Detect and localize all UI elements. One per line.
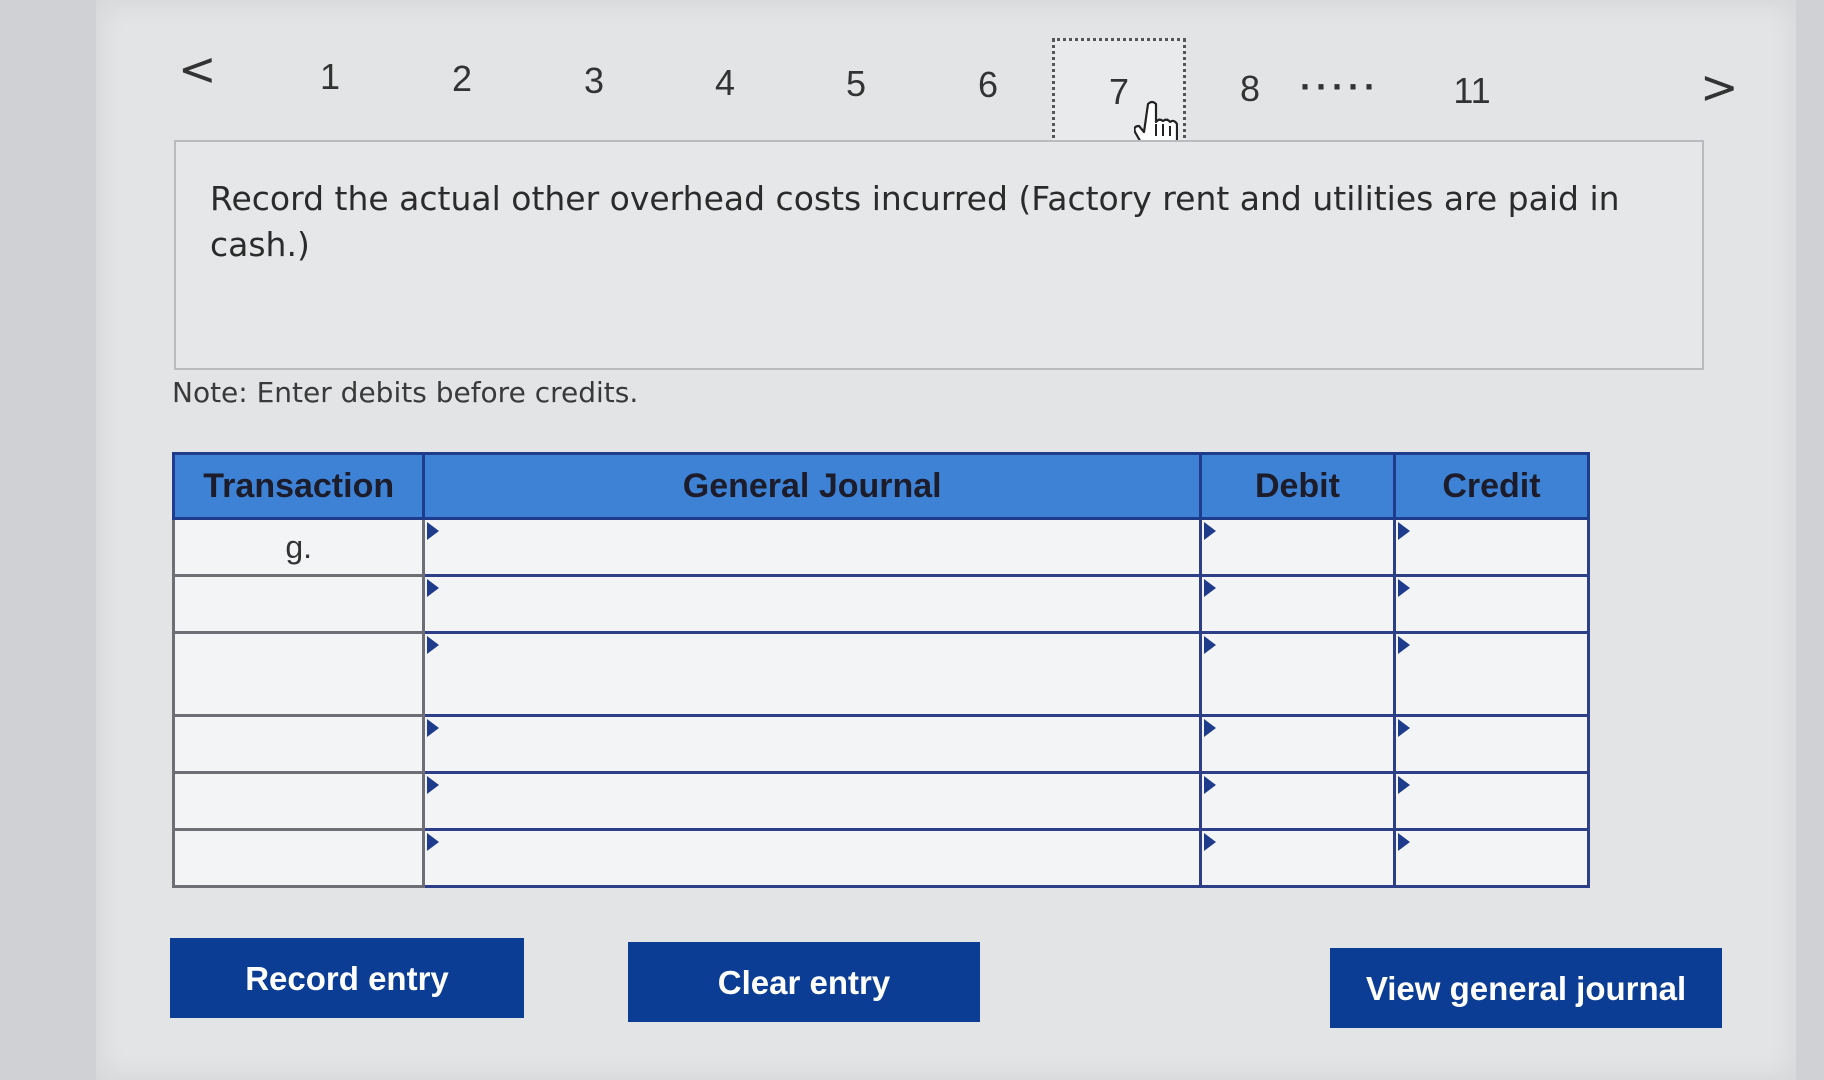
debit-input-cell[interactable] (1198, 631, 1396, 717)
transaction-cell (171, 714, 426, 774)
table-header-row: Transaction General Journal Debit Credit (171, 452, 1591, 520)
dropdown-marker-icon (427, 636, 440, 654)
debit-input-cell[interactable] (1198, 517, 1396, 577)
dropdown-marker-icon (427, 776, 440, 794)
dropdown-marker-icon (427, 579, 440, 597)
clear-entry-button[interactable]: Clear entry (628, 942, 980, 1022)
input-marker-icon (1397, 579, 1410, 597)
instruction-note: Note: Enter debits before credits. (172, 376, 639, 409)
page-5[interactable]: 5 (826, 63, 886, 105)
header-general-journal: General Journal (422, 452, 1202, 520)
account-select-cell[interactable] (422, 574, 1202, 634)
input-marker-icon (1203, 776, 1216, 794)
input-marker-icon (1203, 719, 1216, 737)
credit-input-cell[interactable] (1392, 517, 1591, 577)
page-3[interactable]: 3 (564, 60, 624, 102)
debit-input-cell[interactable] (1198, 828, 1396, 888)
table-row (171, 714, 1591, 774)
question-prompt: Record the actual other overhead costs i… (174, 140, 1704, 370)
debit-input-cell[interactable] (1198, 574, 1396, 634)
transaction-cell (171, 631, 426, 717)
account-select-cell[interactable] (422, 828, 1202, 888)
page-6[interactable]: 6 (958, 64, 1018, 106)
journal-entry-table: Transaction General Journal Debit Credit… (171, 452, 1591, 888)
input-marker-icon (1203, 636, 1216, 654)
transaction-cell (171, 828, 426, 888)
page-2[interactable]: 2 (432, 58, 492, 100)
input-marker-icon (1397, 776, 1410, 794)
credit-input-cell[interactable] (1392, 771, 1591, 831)
transaction-cell (171, 574, 426, 634)
next-page-arrow[interactable]: > (1700, 64, 1739, 110)
input-marker-icon (1397, 522, 1410, 540)
view-general-journal-button[interactable]: View general journal (1330, 948, 1722, 1028)
pagination: < 1 2 3 4 5 6 7 8 ····· 11 > (0, 0, 1824, 160)
table-row (171, 574, 1591, 634)
input-marker-icon (1397, 636, 1410, 654)
page-8[interactable]: 8 (1220, 68, 1280, 110)
page-1[interactable]: 1 (300, 56, 360, 98)
debit-input-cell[interactable] (1198, 714, 1396, 774)
table-row: g. (171, 517, 1591, 577)
table-row (171, 771, 1591, 831)
header-transaction: Transaction (171, 452, 426, 520)
credit-input-cell[interactable] (1392, 714, 1591, 774)
transaction-cell (171, 771, 426, 831)
table-row (171, 631, 1591, 717)
dropdown-marker-icon (427, 522, 440, 540)
input-marker-icon (1203, 579, 1216, 597)
previous-page-arrow[interactable]: < (178, 46, 217, 92)
transaction-cell: g. (171, 517, 426, 577)
credit-input-cell[interactable] (1392, 631, 1591, 717)
account-select-cell[interactable] (422, 517, 1202, 577)
input-marker-icon (1397, 833, 1410, 851)
input-marker-icon (1203, 522, 1216, 540)
account-select-cell[interactable] (422, 714, 1202, 774)
account-select-cell[interactable] (422, 771, 1202, 831)
record-entry-button[interactable]: Record entry (170, 938, 524, 1018)
dropdown-marker-icon (427, 833, 440, 851)
input-marker-icon (1203, 833, 1216, 851)
page-11[interactable]: 11 (1442, 70, 1502, 112)
account-select-cell[interactable] (422, 631, 1202, 717)
input-marker-icon (1397, 719, 1410, 737)
credit-input-cell[interactable] (1392, 828, 1591, 888)
header-credit: Credit (1392, 452, 1591, 520)
debit-input-cell[interactable] (1198, 771, 1396, 831)
header-debit: Debit (1198, 452, 1396, 520)
dropdown-marker-icon (427, 719, 440, 737)
page-4[interactable]: 4 (695, 62, 755, 104)
pagination-ellipsis: ····· (1300, 66, 1380, 107)
table-row (171, 828, 1591, 888)
credit-input-cell[interactable] (1392, 574, 1591, 634)
